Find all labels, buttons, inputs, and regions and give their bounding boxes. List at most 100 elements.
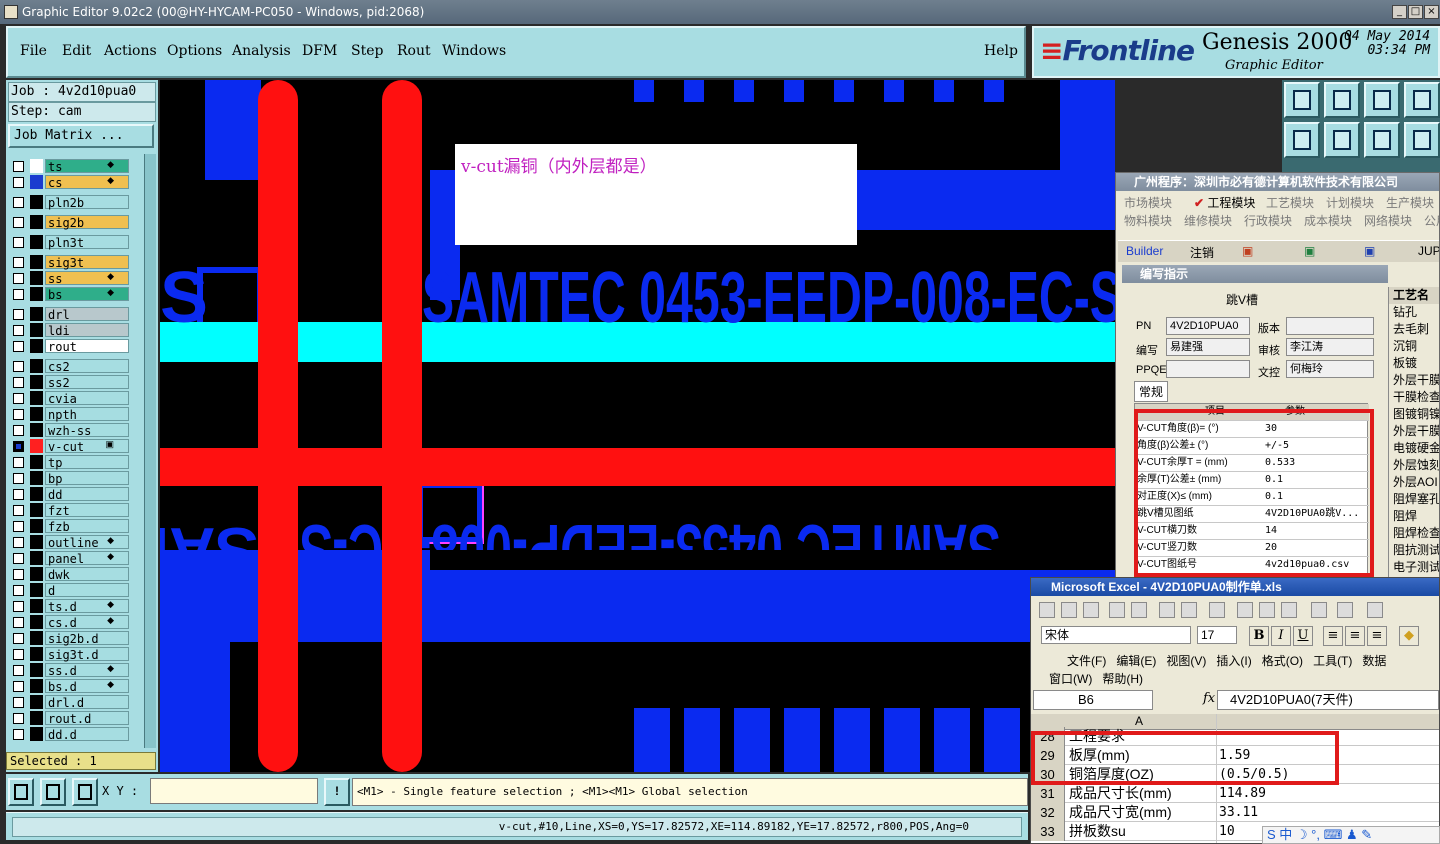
tool-button[interactable] — [1324, 82, 1360, 118]
layer-checkbox[interactable] — [13, 377, 24, 388]
layer-color-swatch[interactable] — [30, 647, 43, 661]
layer-color-swatch[interactable] — [30, 487, 43, 501]
menu-file[interactable]: File — [20, 43, 47, 59]
layer-row-ss.d[interactable]: ss.d ◆ — [8, 662, 132, 678]
layer-row-sig3t.d[interactable]: sig3t.d — [8, 646, 132, 662]
table-row[interactable]: 31 成品尺寸长(mm) 114.89 — [1031, 784, 1439, 803]
layer-checkbox[interactable] — [13, 257, 24, 268]
tool-button[interactable] — [1364, 82, 1400, 118]
layer-checkbox[interactable] — [13, 521, 24, 532]
module-tab[interactable]: 公用 — [1424, 212, 1439, 229]
paste-icon[interactable] — [1281, 602, 1297, 618]
layer-row-panel[interactable]: panel ◆ — [8, 550, 132, 566]
layer-color-swatch[interactable] — [30, 711, 43, 725]
layer-name[interactable]: sig3t.d — [45, 647, 129, 662]
layer-name[interactable]: bs — [45, 287, 129, 302]
layer-color-swatch[interactable] — [30, 663, 43, 677]
layer-row-drl[interactable]: drl — [8, 306, 132, 322]
measure-icon[interactable] — [40, 778, 66, 806]
layer-row-dd[interactable]: dd — [8, 486, 132, 502]
layer-row-v-cut[interactable]: v-cut ▣ — [8, 438, 132, 454]
italic-button[interactable]: I — [1271, 626, 1291, 646]
layer-checkbox[interactable] — [13, 197, 24, 208]
layer-checkbox[interactable] — [13, 537, 24, 548]
layer-name[interactable]: ts — [45, 159, 129, 174]
layer-row-cs[interactable]: cs ◆ — [8, 174, 132, 190]
layer-color-swatch[interactable] — [30, 271, 43, 285]
layer-checkbox[interactable] — [13, 457, 24, 468]
layer-checkbox[interactable] — [13, 237, 24, 248]
layer-color-swatch[interactable] — [30, 471, 43, 485]
formula-bar[interactable]: 4V2D10PUA0(7天件) — [1217, 690, 1439, 710]
cell-b[interactable]: 33.11 — [1219, 803, 1258, 822]
layer-row-bs[interactable]: bs ◆ — [8, 286, 132, 302]
layer-checkbox[interactable] — [13, 425, 24, 436]
align-left-button[interactable]: ≡ — [1323, 626, 1343, 646]
layer-name[interactable]: cs — [45, 175, 129, 190]
layer-checkbox[interactable] — [13, 617, 24, 628]
layer-name[interactable]: tp — [45, 455, 129, 470]
research-icon[interactable] — [1209, 602, 1225, 618]
process-item[interactable]: 外层AOI — [1389, 474, 1439, 491]
layer-checkbox[interactable] — [13, 697, 24, 708]
doc-field[interactable]: 何梅玲 — [1286, 360, 1374, 378]
cut-icon[interactable] — [1237, 602, 1253, 618]
layer-name[interactable]: outline — [45, 535, 129, 550]
process-item[interactable]: 板镀 — [1389, 355, 1439, 372]
process-item[interactable]: 外层蚀刻 — [1389, 457, 1439, 474]
redo-icon[interactable] — [1367, 602, 1383, 618]
excel-menu-view[interactable]: 视图(V) — [1166, 654, 1206, 668]
process-item[interactable]: 阻抗测试 — [1389, 542, 1439, 559]
ppqe-field[interactable] — [1166, 360, 1250, 378]
layer-name[interactable]: bp — [45, 471, 129, 486]
layer-name[interactable]: ss — [45, 271, 129, 286]
process-item[interactable]: 外层干膜 — [1389, 372, 1439, 389]
layer-color-swatch[interactable] — [30, 695, 43, 709]
layer-checkbox[interactable] — [13, 729, 24, 740]
cell-a[interactable]: 成品尺寸长(mm) — [1069, 784, 1215, 803]
excel-menu-format[interactable]: 格式(O) — [1262, 654, 1303, 668]
layer-name[interactable]: sig2b — [45, 215, 129, 230]
report-icon[interactable]: ▣ — [1242, 244, 1253, 258]
layer-row-npth[interactable]: npth — [8, 406, 132, 422]
layer-name[interactable]: ldi — [45, 323, 129, 338]
module-tab[interactable]: 行政模块 — [1244, 212, 1292, 229]
layer-color-swatch[interactable] — [30, 175, 43, 189]
module-tab[interactable]: 市场模块 — [1124, 194, 1172, 211]
process-item[interactable]: 阻焊检查 — [1389, 525, 1439, 542]
process-item[interactable]: 钻孔 — [1389, 304, 1439, 321]
layer-color-swatch[interactable] — [30, 439, 43, 453]
layer-checkbox[interactable] — [13, 273, 24, 284]
layer-name[interactable]: cs.d — [45, 615, 129, 630]
layer-name[interactable]: ts.d — [45, 599, 129, 614]
open-icon[interactable] — [1061, 602, 1077, 618]
table-row[interactable]: 32 成品尺寸宽(mm) 33.11 — [1031, 803, 1439, 822]
layer-checkbox[interactable] — [13, 473, 24, 484]
bold-button[interactable]: B — [1249, 626, 1269, 646]
menu-analysis[interactable]: Analysis — [232, 43, 291, 59]
layer-row-dwk[interactable]: dwk — [8, 566, 132, 582]
grid-icon[interactable] — [72, 778, 98, 806]
font-select[interactable]: 宋体 — [1041, 626, 1191, 644]
layer-name[interactable]: sig2b.d — [45, 631, 129, 646]
layer-row-pln3t[interactable]: pln3t — [8, 234, 132, 250]
layer-color-swatch[interactable] — [30, 519, 43, 533]
layer-name[interactable]: drl.d — [45, 695, 129, 710]
layer-row-ss[interactable]: ss ◆ — [8, 270, 132, 286]
save-icon[interactable] — [1083, 602, 1099, 618]
font-size-select[interactable]: 17 — [1197, 626, 1237, 644]
layer-row-tp[interactable]: tp — [8, 454, 132, 470]
cell-a[interactable]: 拼板数su — [1069, 822, 1215, 841]
layer-name[interactable]: sig3t — [45, 255, 129, 270]
tool-button[interactable] — [1364, 122, 1400, 158]
layer-checkbox[interactable] — [13, 649, 24, 660]
layer-color-swatch[interactable] — [30, 727, 43, 741]
layer-color-swatch[interactable] — [30, 455, 43, 469]
module-tab[interactable]: 物料模块 — [1124, 212, 1172, 229]
annotation-note[interactable]: v-cut漏铜（内外层都是） — [455, 144, 857, 245]
layer-color-swatch[interactable] — [30, 551, 43, 565]
zoom-icon[interactable] — [8, 778, 34, 806]
layer-color-swatch[interactable] — [30, 599, 43, 613]
layer-color-swatch[interactable] — [30, 339, 43, 353]
layer-color-swatch[interactable] — [30, 235, 43, 249]
